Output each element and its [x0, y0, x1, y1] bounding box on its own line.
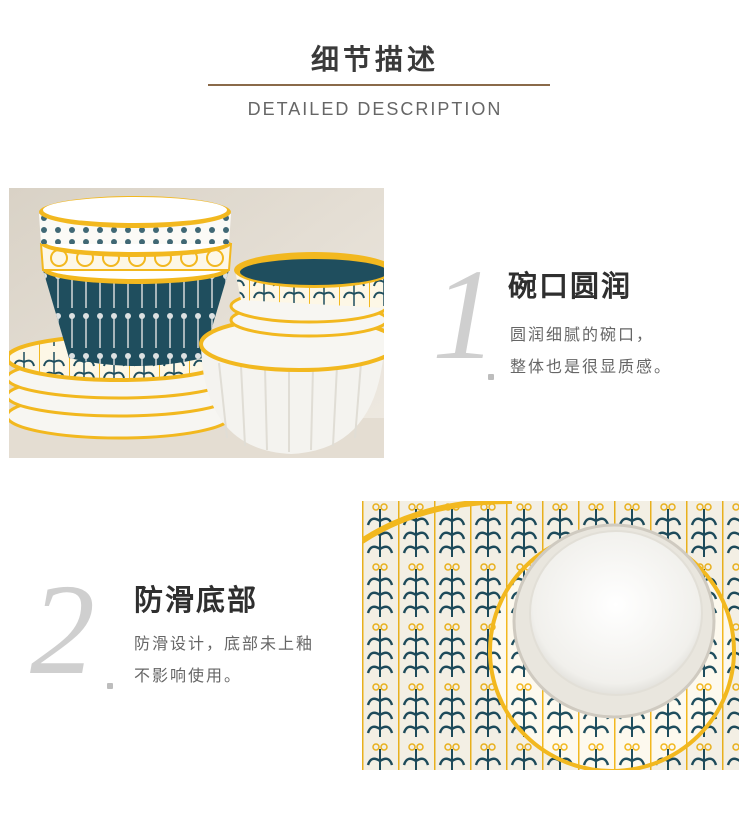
- feature-desc-2-line2: 不影响使用。: [134, 666, 243, 685]
- feature-title-2: 防滑底部: [134, 583, 259, 617]
- feature-desc-1-line2: 整体也是很显质感。: [510, 357, 673, 376]
- feature-title-1: 碗口圆润: [508, 269, 633, 303]
- number-dot: [107, 683, 113, 689]
- feature-desc-1-line1: 圆润细腻的碗口，: [510, 325, 655, 344]
- section-subtitle: DETAILED DESCRIPTION: [247, 99, 503, 119]
- title-divider: [208, 84, 550, 86]
- bowl-bottom-photo: [362, 501, 739, 770]
- bowls-stack-photo: [9, 188, 384, 458]
- feature-number-2: 2: [30, 558, 95, 702]
- section-title: 细节描述: [310, 43, 439, 76]
- feature-desc-2-line1: 防滑设计，底部未上釉: [134, 634, 315, 653]
- number-dot: [488, 374, 494, 380]
- feature-number-1: 1: [432, 243, 497, 387]
